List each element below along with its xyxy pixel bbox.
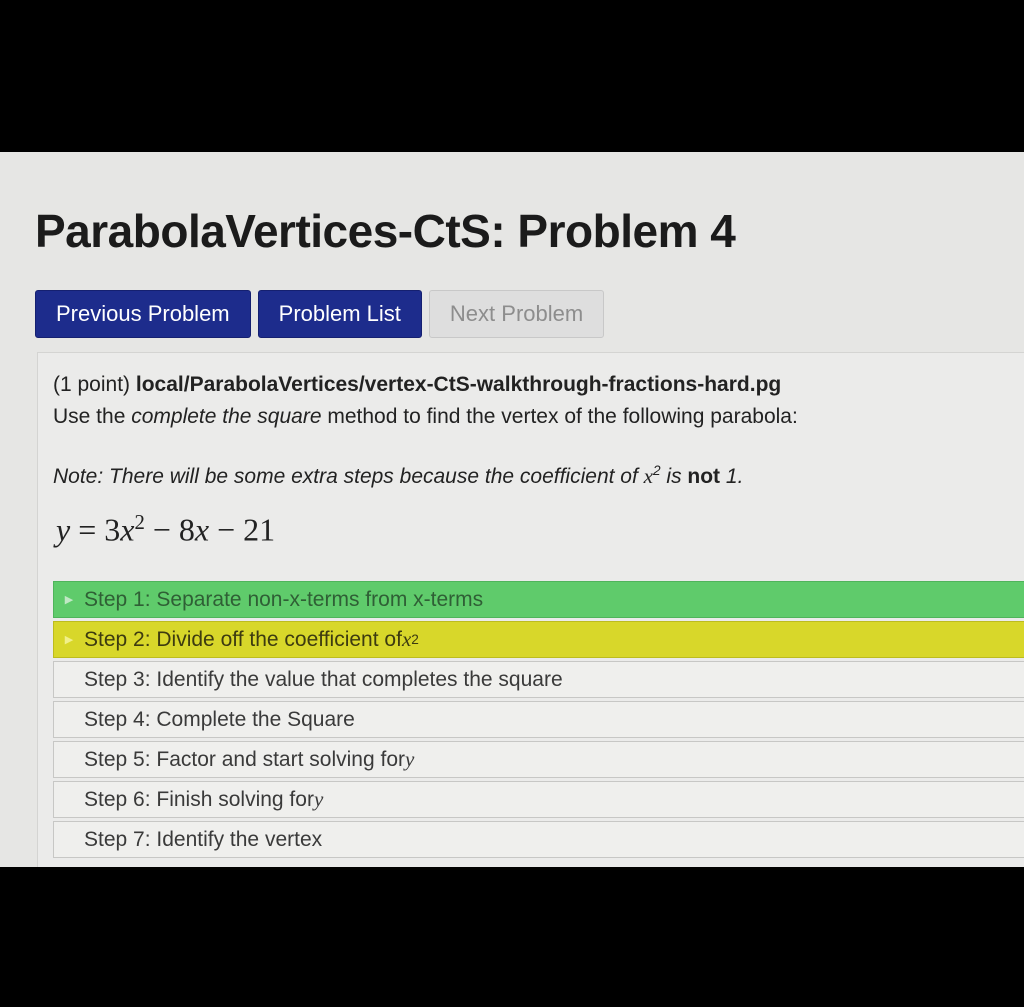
instruction-text-1: Use the xyxy=(53,405,132,428)
step-1[interactable]: ▶ Step 1: Separate non-x-terms from x-te… xyxy=(53,581,1024,618)
eq-lhs: y xyxy=(56,511,71,548)
eq-rest-1: − 8 xyxy=(144,511,195,548)
problem-note: Note: There will be some extra steps bec… xyxy=(53,463,743,489)
problem-header: (1 point) local/ParabolaVertices/vertex-… xyxy=(53,373,781,397)
note-exponent: 2 xyxy=(652,463,661,478)
eq-rest-var: x xyxy=(194,511,210,548)
problem-instruction: Use the complete the square method to fi… xyxy=(53,405,798,429)
note-variable: x xyxy=(643,464,653,488)
step-5[interactable]: Step 5: Factor and start solving for y xyxy=(53,741,1024,778)
instruction-text-2: method to find the vertex of the followi… xyxy=(321,405,798,428)
problem-navigation: Previous Problem Problem List Next Probl… xyxy=(35,290,605,338)
step-label: Step 5: Factor and start solving for xyxy=(84,747,405,771)
step-label: Step 7: Identify the vertex xyxy=(84,827,323,851)
step-6[interactable]: Step 6: Finish solving for y xyxy=(53,781,1024,818)
step-exponent: 2 xyxy=(411,632,419,647)
problem-list-button[interactable]: Problem List xyxy=(257,290,422,338)
triangle-right-icon: ▶ xyxy=(64,594,74,606)
previous-problem-button[interactable]: Previous Problem xyxy=(35,290,251,338)
note-text-3: 1. xyxy=(720,465,744,488)
eq-rest-2: − 21 xyxy=(209,511,276,548)
step-label: Step 2: Divide off the coefficient of xyxy=(84,627,402,651)
eq-equals: = xyxy=(70,511,105,548)
step-2[interactable]: ▶ Step 2: Divide off the coefficient of … xyxy=(53,621,1024,658)
page-title: ParabolaVertices-CtS: Problem 4 xyxy=(35,205,736,257)
triangle-right-icon: ▶ xyxy=(64,634,74,646)
problem-path: local/ParabolaVertices/vertex-CtS-walkth… xyxy=(135,373,782,396)
step-label: Step 3: Identify the value that complete… xyxy=(84,667,563,691)
step-7[interactable]: Step 7: Identify the vertex xyxy=(53,821,1024,858)
eq-exp: 2 xyxy=(134,511,145,534)
parabola-equation: y = 3x2 − 8x − 21 xyxy=(56,511,275,549)
step-label: Step 6: Finish solving for xyxy=(84,787,314,811)
step-math: y xyxy=(405,747,415,771)
problem-points: (1 point) xyxy=(53,373,131,396)
step-math: y xyxy=(313,787,324,811)
note-text-1: Note: There will be some extra steps bec… xyxy=(53,465,644,488)
step-math: x xyxy=(401,627,412,651)
step-label: Step 4: Complete the Square xyxy=(84,707,355,731)
problem-body: (1 point) local/ParabolaVertices/vertex-… xyxy=(37,352,1024,867)
step-label: Step 1: Separate non-x-terms from x-term… xyxy=(84,587,484,611)
eq-var: x xyxy=(120,511,135,548)
note-bold: not xyxy=(687,465,721,488)
step-3[interactable]: Step 3: Identify the value that complete… xyxy=(53,661,1024,698)
step-4[interactable]: Step 4: Complete the Square xyxy=(53,701,1024,738)
eq-coef: 3 xyxy=(104,511,121,548)
note-text-2: is xyxy=(660,465,688,488)
next-problem-button: Next Problem xyxy=(428,290,605,338)
screen: ParabolaVertices-CtS: Problem 4 Previous… xyxy=(0,152,1024,867)
instruction-emphasis: complete the square xyxy=(131,405,322,428)
step-list: ▶ Step 1: Separate non-x-terms from x-te… xyxy=(53,581,1024,861)
